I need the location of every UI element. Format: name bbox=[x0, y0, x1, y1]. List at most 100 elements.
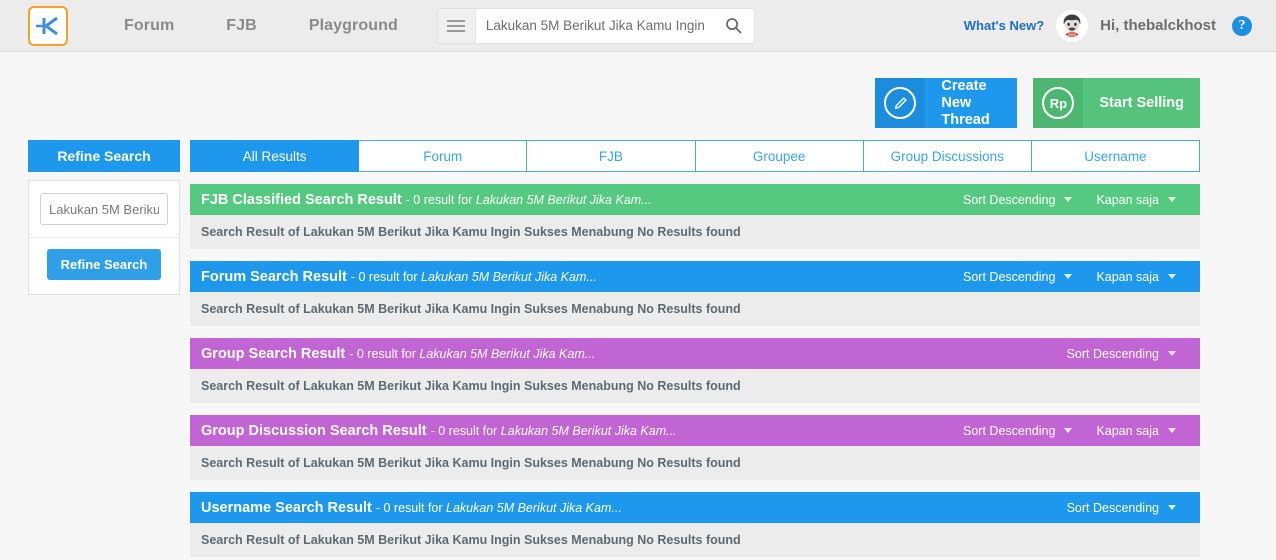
result-query-text: Lakukan 5M Berikut Jika Kam... bbox=[442, 500, 622, 515]
tab-groupee[interactable]: Groupee bbox=[695, 140, 864, 172]
user-avatar-icon[interactable] bbox=[1056, 9, 1089, 42]
nav-fjb[interactable]: FJB bbox=[200, 17, 283, 35]
user-greeting: Hi, thebalckhost bbox=[1100, 17, 1216, 34]
sort-dropdown-label: Sort Descending bbox=[1066, 346, 1159, 361]
page-content: Refine Search Refine Search All Results F… bbox=[0, 128, 1276, 557]
result-tools: Sort Descending Kapan saja bbox=[951, 270, 1188, 284]
search-results-main: All Results Forum FJB Groupee Group Discussi… bbox=[190, 140, 1276, 557]
create-new-thread-button[interactable]: Create New Thread bbox=[875, 77, 1018, 128]
sort-dropdown-label: Sort Descending bbox=[963, 423, 1056, 438]
result-tools: Sort Descending bbox=[1055, 501, 1188, 515]
sort-dropdown-label: Sort Descending bbox=[963, 192, 1056, 207]
create-new-thread-label: Create New Thread bbox=[941, 77, 990, 128]
pencil-icon bbox=[875, 78, 926, 128]
search-input[interactable] bbox=[475, 8, 714, 43]
result-tools: Sort Descending bbox=[1055, 347, 1188, 361]
tab-forum[interactable]: Forum bbox=[359, 140, 528, 172]
tab-label: All Results bbox=[242, 148, 307, 164]
result-meta: - 0 result for Lakukan 5M Berikut Jika K… bbox=[431, 424, 677, 438]
result-meta: - 0 result for Lakukan 5M Berikut Jika K… bbox=[376, 501, 622, 515]
chevron-down-icon bbox=[1064, 274, 1073, 279]
refine-search-title: Refine Search bbox=[28, 140, 180, 172]
result-block: Username Search Result - 0 result for Lak… bbox=[190, 492, 1200, 557]
result-block: Group Search Result - 0 result for Lakuka… bbox=[190, 338, 1200, 403]
refine-field-wrap bbox=[29, 181, 179, 237]
chevron-down-icon bbox=[1064, 428, 1073, 433]
results-tabs: All Results Forum FJB Groupee Group Discussi… bbox=[190, 140, 1201, 172]
sort-dropdown[interactable]: Sort Descending bbox=[951, 193, 1084, 207]
refine-search-button[interactable]: Refine Search bbox=[46, 249, 162, 280]
result-body-text: Search Result of Lakukan 5M Berikut Jika… bbox=[190, 369, 1200, 403]
result-count-text: - 0 result for bbox=[405, 192, 473, 207]
tab-all-results[interactable]: All Results bbox=[190, 140, 360, 172]
main-nav: Forum FJB Playground bbox=[98, 17, 424, 35]
result-header: Username Search Result - 0 result for Lak… bbox=[190, 492, 1200, 523]
result-header: Group Search Result - 0 result for Lakuka… bbox=[190, 338, 1200, 369]
result-query-text: Lakukan 5M Berikut Jika Kam... bbox=[497, 423, 677, 438]
tab-label: Groupee bbox=[752, 148, 806, 164]
chevron-down-icon bbox=[1168, 274, 1176, 279]
result-title: Username Search Result bbox=[201, 499, 372, 516]
result-meta: - 0 result for Lakukan 5M Berikut Jika K… bbox=[351, 270, 597, 284]
tab-group-discussions[interactable]: Group Discussions bbox=[863, 140, 1032, 172]
result-header: Group Discussion Search Result - 0 result… bbox=[190, 415, 1200, 446]
start-selling-label: Start Selling bbox=[1099, 94, 1184, 111]
sort-dropdown[interactable]: Sort Descending bbox=[951, 424, 1084, 438]
chevron-down-icon bbox=[1064, 197, 1073, 202]
result-header: FJB Classified Search Result - 0 result f… bbox=[190, 184, 1200, 215]
result-meta: - 0 result for Lakukan 5M Berikut Jika K… bbox=[349, 347, 595, 361]
result-count-text: - 0 result for bbox=[350, 269, 418, 284]
result-body-text: Search Result of Lakukan 5M Berikut Jika… bbox=[190, 523, 1200, 557]
result-title: FJB Classified Search Result bbox=[201, 191, 402, 208]
whats-new-link[interactable]: What's New? bbox=[964, 18, 1044, 33]
user-area: What's New? Hi, thebalckhost ? bbox=[964, 9, 1252, 42]
chevron-down-icon bbox=[1168, 197, 1176, 202]
chevron-down-icon bbox=[1168, 505, 1176, 510]
tab-username[interactable]: Username bbox=[1031, 140, 1201, 172]
refine-search-sidebar: Refine Search Refine Search bbox=[28, 140, 180, 557]
time-filter-dropdown[interactable]: Kapan saja bbox=[1084, 193, 1188, 207]
result-title: Forum Search Result bbox=[201, 268, 347, 285]
result-tools: Sort Descending Kapan saja bbox=[951, 193, 1188, 207]
time-filter-dropdown-label: Kapan saja bbox=[1096, 423, 1159, 438]
result-block: FJB Classified Search Result - 0 result f… bbox=[190, 184, 1200, 249]
start-selling-button[interactable]: Rp Start Selling bbox=[1033, 78, 1200, 128]
chevron-down-icon bbox=[1168, 428, 1176, 433]
result-body-text: Search Result of Lakukan 5M Berikut Jika… bbox=[190, 292, 1200, 326]
time-filter-dropdown[interactable]: Kapan saja bbox=[1084, 270, 1188, 284]
rupiah-icon: Rp bbox=[1033, 78, 1084, 128]
question-mark-icon[interactable]: ? bbox=[1232, 15, 1252, 36]
result-count-text: - 0 result for bbox=[375, 500, 443, 515]
results-list: FJB Classified Search Result - 0 result f… bbox=[190, 184, 1200, 557]
search-icon[interactable] bbox=[714, 9, 754, 43]
sort-dropdown[interactable]: Sort Descending bbox=[951, 270, 1084, 284]
result-count-text: - 0 result for bbox=[430, 423, 498, 438]
result-count-text: - 0 result for bbox=[349, 346, 416, 361]
tab-label: Username bbox=[1084, 148, 1147, 164]
result-body-text: Search Result of Lakukan 5M Berikut Jika… bbox=[190, 446, 1200, 480]
result-block: Group Discussion Search Result - 0 result… bbox=[190, 415, 1200, 480]
sort-dropdown-label: Sort Descending bbox=[963, 269, 1056, 284]
top-navigation-bar: Forum FJB Playground What's New? bbox=[0, 0, 1276, 52]
chevron-down-icon bbox=[1168, 351, 1176, 356]
result-header: Forum Search Result - 0 result for Lakuka… bbox=[190, 261, 1200, 292]
sort-dropdown[interactable]: Sort Descending bbox=[1055, 501, 1188, 515]
result-query-text: Lakukan 5M Berikut Jika Kam... bbox=[472, 192, 652, 207]
tab-label: Forum bbox=[423, 148, 463, 164]
refine-search-panel: Refine Search bbox=[28, 180, 180, 295]
tab-label: FJB bbox=[598, 148, 623, 164]
nav-forum[interactable]: Forum bbox=[98, 17, 200, 35]
sort-dropdown[interactable]: Sort Descending bbox=[1055, 347, 1188, 361]
refine-footer: Refine Search bbox=[29, 237, 179, 294]
kaskus-k-logo-icon[interactable] bbox=[28, 5, 68, 46]
nav-playground[interactable]: Playground bbox=[283, 17, 424, 35]
hamburger-icon[interactable] bbox=[437, 8, 476, 43]
result-query-text: Lakukan 5M Berikut Jika Kam... bbox=[417, 269, 597, 284]
tab-fjb[interactable]: FJB bbox=[527, 140, 696, 172]
result-tools: Sort Descending Kapan saja bbox=[951, 424, 1188, 438]
result-title: Group Discussion Search Result bbox=[201, 422, 427, 439]
time-filter-dropdown[interactable]: Kapan saja bbox=[1084, 424, 1188, 438]
result-query-text: Lakukan 5M Berikut Jika Kam... bbox=[415, 346, 596, 361]
refine-search-input[interactable] bbox=[40, 193, 168, 225]
time-filter-dropdown-label: Kapan saja bbox=[1096, 192, 1159, 207]
